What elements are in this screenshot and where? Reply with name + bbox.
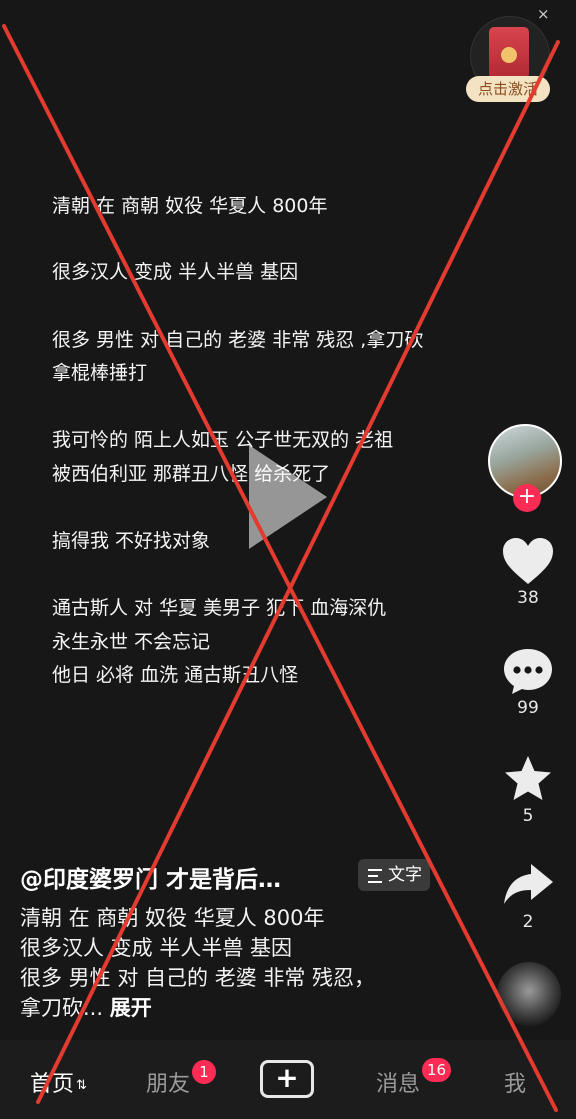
overlay-line: 清朝 在 商朝 奴役 华夏人 800年 xyxy=(52,195,328,217)
text-lines-icon xyxy=(368,869,382,887)
share-count: 2 xyxy=(522,912,534,932)
overlay-line: 他日 必将 血洗 通古斯丑八怪 xyxy=(52,664,299,686)
comment-icon xyxy=(504,649,552,694)
caption-line: 很多汉人 变成 半人半兽 基因 xyxy=(20,936,293,960)
text-mode-button[interactable]: 文字 xyxy=(358,859,430,891)
tab-messages[interactable]: 消息 xyxy=(376,1066,420,1098)
close-widget-button[interactable]: × xyxy=(537,5,550,23)
tab-friends[interactable]: 朋友 xyxy=(146,1066,190,1098)
author-name[interactable]: @印度婆罗门 才是背后… xyxy=(20,860,281,894)
create-button[interactable]: + xyxy=(260,1060,314,1098)
bottom-tab-bar: 首页 ⇅ 朋友 1 + 消息 16 我 xyxy=(0,1040,576,1119)
messages-badge: 16 xyxy=(422,1058,452,1082)
friends-badge: 1 xyxy=(192,1060,216,1084)
overlay-line: 通古斯人 对 华夏 美男子 犯下 血海深仇 xyxy=(52,597,387,619)
activate-badge[interactable]: 点击激活 xyxy=(466,76,550,102)
share-icon xyxy=(504,864,553,904)
caption-line: 拿刀砍... 展开 xyxy=(20,993,460,1023)
follow-button[interactable]: + xyxy=(513,484,541,512)
overlay-line: 搞得我 不好找对象 xyxy=(52,530,211,552)
overlay-line: 我可怜的 陌上人如玉 公子世无双的 老祖 xyxy=(52,429,394,451)
comment-button[interactable]: 99 xyxy=(488,646,568,718)
favorite-count: 5 xyxy=(522,806,534,826)
refresh-arrows-icon: ⇅ xyxy=(76,1077,87,1093)
music-disc-icon[interactable] xyxy=(497,962,561,1026)
tab-friends-label: 朋友 xyxy=(146,1072,191,1097)
like-count: 38 xyxy=(517,588,539,608)
overlay-line: 很多 男性 对 自己的 老婆 非常 残忍 ,拿刀砍 xyxy=(52,329,424,351)
tab-me-label: 我 xyxy=(504,1072,527,1097)
tab-messages-label: 消息 xyxy=(376,1072,421,1097)
comment-count: 99 xyxy=(517,698,539,718)
overlay-line: 永生永世 不会忘记 xyxy=(52,631,211,653)
overlay-line: 很多汉人 变成 半人半兽 基因 xyxy=(52,261,299,283)
like-button[interactable]: 38 xyxy=(488,536,568,608)
overlay-line: 拿棍棒捶打 xyxy=(52,362,148,384)
caption-truncated: 拿刀砍... xyxy=(20,996,104,1020)
tab-home-label: 首页 xyxy=(30,1072,75,1097)
share-button[interactable]: 2 xyxy=(488,860,568,932)
tab-home[interactable]: 首页 ⇅ xyxy=(30,1066,87,1098)
red-envelope-icon xyxy=(489,27,529,79)
favorite-button[interactable]: 5 xyxy=(488,754,568,826)
caption-line: 很多 男性 对 自己的 老婆 非常 残忍， xyxy=(20,966,376,990)
expand-button[interactable]: 展开 xyxy=(110,996,152,1020)
post-caption[interactable]: 清朝 在 商朝 奴役 华夏人 800年 很多汉人 变成 半人半兽 基因 很多 男… xyxy=(20,903,460,1023)
heart-icon xyxy=(503,538,553,584)
caption-line: 清朝 在 商朝 奴役 华夏人 800年 xyxy=(20,906,325,930)
play-icon[interactable] xyxy=(249,445,327,549)
star-icon xyxy=(505,756,551,800)
text-mode-label: 文字 xyxy=(388,865,422,885)
tab-me[interactable]: 我 xyxy=(504,1066,526,1098)
